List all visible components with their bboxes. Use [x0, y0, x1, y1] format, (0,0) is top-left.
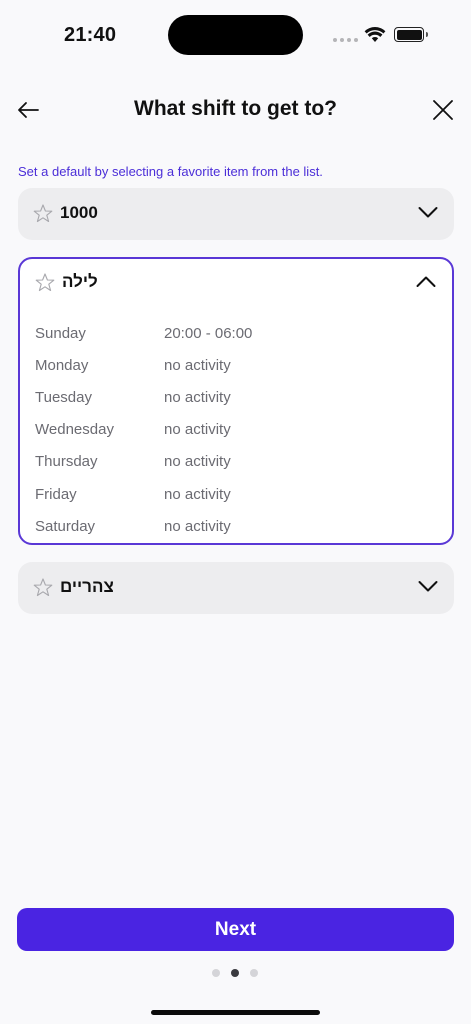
battery-icon: [394, 27, 428, 42]
schedule-day: Thursday: [35, 453, 98, 471]
schedule-hours: no activity: [164, 485, 231, 503]
shift-card-night: לילה Sunday 20:00 - 06:00 Monday no acti…: [18, 257, 454, 545]
schedule-day: Sunday: [35, 324, 86, 342]
schedule-row: Wednesday no activity: [35, 414, 435, 446]
schedule-hours: 20:00 - 06:00: [164, 324, 253, 342]
favorite-star-icon[interactable]: [33, 204, 53, 223]
schedule-day: Wednesday: [35, 421, 114, 439]
schedule-day: Friday: [35, 485, 77, 503]
schedule-row: Thursday no activity: [35, 446, 435, 478]
schedule-day: Tuesday: [35, 388, 92, 406]
next-button[interactable]: Next: [17, 908, 454, 951]
schedule-hours: no activity: [164, 421, 231, 439]
schedule-day: Saturday: [35, 517, 96, 535]
schedule-hours: no activity: [164, 453, 231, 471]
home-indicator[interactable]: [151, 1010, 320, 1015]
shift-card-header[interactable]: צהריים: [18, 562, 454, 614]
schedule-hours: no activity: [164, 517, 231, 535]
wifi-icon: [364, 27, 386, 42]
schedule-hours: no activity: [164, 388, 231, 406]
shift-card-label: צהריים: [60, 577, 114, 596]
favorite-star-icon[interactable]: [35, 273, 55, 292]
chevron-down-icon: [418, 207, 438, 218]
shift-card-label: לילה: [62, 272, 98, 291]
page-dot: [250, 969, 258, 977]
default-hint-text: Set a default by selecting a favorite it…: [18, 164, 323, 179]
shift-schedule: Sunday 20:00 - 06:00 Monday no activity …: [35, 317, 435, 542]
schedule-hours: no activity: [164, 356, 231, 374]
page-dot: [212, 969, 220, 977]
schedule-row: Saturday no activity: [35, 510, 435, 542]
status-time: 21:40: [64, 24, 117, 46]
shift-card-label: 1000: [60, 203, 98, 222]
shift-card-header[interactable]: 1000: [18, 188, 454, 240]
dynamic-island: [168, 15, 303, 55]
schedule-row: Monday no activity: [35, 349, 435, 381]
chevron-down-icon: [418, 581, 438, 592]
close-icon: [433, 100, 453, 120]
page-title: What shift to get to?: [134, 97, 337, 120]
chevron-up-icon: [416, 276, 436, 287]
close-button[interactable]: [429, 96, 457, 124]
shift-card-header[interactable]: לילה: [20, 257, 452, 309]
page-dot-active: [231, 969, 239, 977]
page-indicator: [212, 969, 258, 977]
shift-card-noon: צהריים: [18, 562, 454, 614]
shift-selection-screen: 21:40 What shift to get to? Set a defaul…: [0, 0, 471, 1024]
schedule-row: Sunday 20:00 - 06:00: [35, 317, 435, 349]
favorite-star-icon[interactable]: [33, 578, 53, 597]
cellular-signal-icon: [333, 38, 358, 42]
schedule-row: Friday no activity: [35, 478, 435, 510]
schedule-day: Monday: [35, 356, 89, 374]
schedule-row: Tuesday no activity: [35, 381, 435, 413]
shift-card-1000: 1000: [18, 188, 454, 240]
